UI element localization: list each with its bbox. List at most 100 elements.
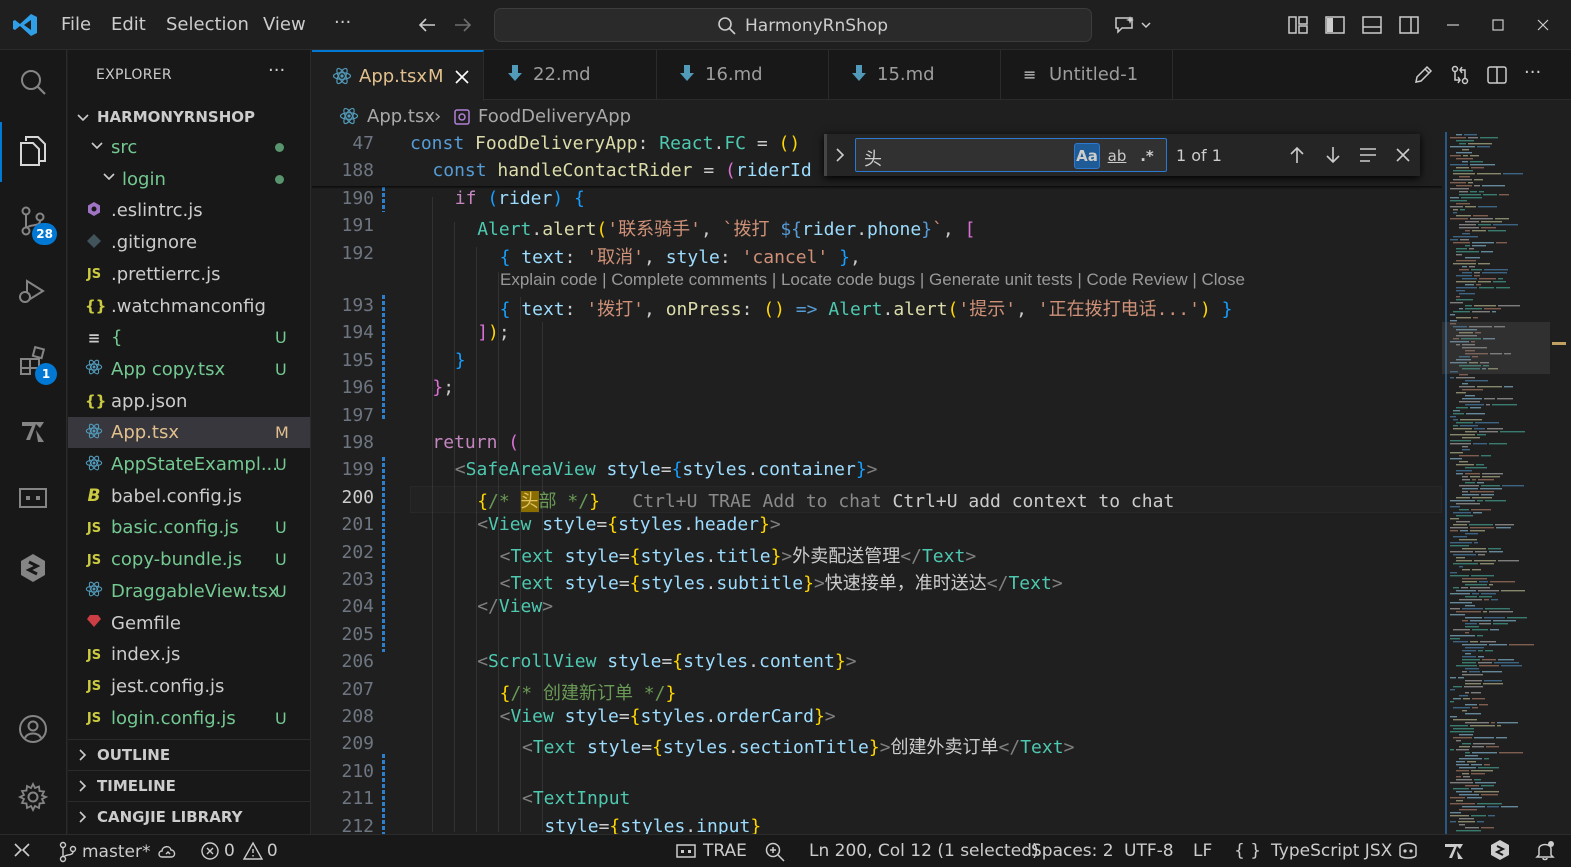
edit-pencil-icon[interactable] — [1412, 64, 1434, 90]
settings-gear-icon[interactable] — [10, 774, 56, 820]
run-debug-icon[interactable] — [10, 268, 56, 314]
explorer-icon[interactable] — [10, 128, 56, 174]
git-gutter-indicator — [382, 457, 385, 652]
menu-selection[interactable]: Selection — [166, 14, 249, 35]
file-tree-item[interactable]: Bbabel.config.js — [68, 481, 310, 512]
toggle-replace-chevron-icon[interactable] — [833, 147, 847, 167]
editor-more-actions[interactable]: ··· — [1524, 62, 1541, 83]
command-center-search[interactable]: HarmonyRnShop — [494, 8, 1092, 42]
line-number: 193 — [341, 295, 374, 316]
copilot-status-icon[interactable] — [1396, 839, 1420, 861]
extensions-icon[interactable]: 1 — [10, 338, 57, 385]
menu-more[interactable]: ··· — [334, 12, 351, 33]
file-tree-item[interactable]: src — [68, 132, 310, 163]
compare-changes-icon[interactable] — [1449, 64, 1471, 90]
git-status-badge: U — [275, 455, 287, 474]
layout-customize-icon[interactable] — [1285, 12, 1311, 38]
search-view-icon[interactable] — [10, 60, 56, 106]
toggle-secondary-sidebar-icon[interactable] — [1396, 12, 1422, 38]
file-tree-item[interactable]: JS index.js — [68, 639, 310, 670]
line-number: 192 — [341, 242, 374, 264]
menu-view[interactable]: View — [263, 14, 306, 35]
editor-tab[interactable]: 16.md — [657, 50, 829, 100]
editor-tab[interactable]: 22.md — [485, 50, 657, 100]
code-editor[interactable]: 47 const FoodDeliveryApp: React.FC = () 18… — [312, 132, 1442, 837]
file-tree-item[interactable]: Gemfile — [68, 608, 310, 639]
close-find-icon[interactable] — [1390, 142, 1416, 168]
remote-explorer-icon[interactable] — [10, 475, 56, 521]
file-tree-item[interactable]: JS .prettierrc.js — [68, 259, 310, 290]
file-tree-item[interactable]: {} .watchmanconfig — [68, 291, 310, 322]
trae-agent-status-icon[interactable] — [1442, 839, 1466, 861]
branch-item[interactable]: master* — [58, 841, 180, 863]
outline-section[interactable]: OUTLINE — [68, 739, 310, 770]
file-tree-item[interactable]: DraggableView.tsx U — [68, 576, 310, 607]
minimap-canvas — [1445, 132, 1534, 834]
match-case-toggle[interactable]: Aa — [1074, 143, 1100, 169]
find-in-selection-icon[interactable] — [1355, 142, 1381, 168]
back-arrow-icon[interactable] — [414, 12, 440, 38]
copilot-chat-icon[interactable] — [1110, 12, 1154, 38]
toggle-primary-sidebar-icon[interactable] — [1322, 12, 1348, 38]
minimize-icon[interactable] — [1440, 12, 1466, 38]
cangjie-status-icon[interactable] — [1489, 839, 1511, 861]
file-tree-item[interactable]: .gitignore — [68, 227, 310, 258]
cursor-position[interactable]: Ln 200, Col 12 (1 selected) — [809, 841, 1039, 861]
account-icon[interactable] — [10, 706, 56, 752]
file-tree-item[interactable]: login — [68, 164, 310, 195]
cangjie-icon[interactable] — [10, 545, 56, 591]
error-icon — [201, 842, 219, 860]
indentation[interactable]: Spaces: 2 — [1031, 841, 1114, 861]
next-match-icon[interactable] — [1320, 142, 1346, 168]
file-tree-item[interactable]: App.tsx M — [68, 417, 310, 449]
file-tree-item[interactable]: App copy.tsx U — [68, 354, 310, 385]
language-mode-item[interactable]: { } TypeScript JSX — [1234, 841, 1392, 861]
editor-tab[interactable]: 15.md — [829, 50, 1001, 100]
code-line: return ( — [432, 432, 520, 453]
breadcrumb-file[interactable]: App.tsx — [367, 106, 435, 127]
close-window-icon[interactable] — [1530, 12, 1556, 38]
menu-file[interactable]: File — [61, 14, 91, 35]
react-file-icon — [85, 422, 103, 444]
toggle-panel-icon[interactable] — [1359, 12, 1385, 38]
cangjie-library-section[interactable]: CANGJIE LIBRARY — [68, 801, 310, 832]
timeline-section[interactable]: TIMELINE — [68, 770, 310, 801]
file-tree-item[interactable]: {} app.json — [68, 386, 310, 417]
split-editor-icon[interactable] — [1486, 64, 1508, 90]
file-tree-item[interactable]: JS jest.config.js — [68, 671, 310, 702]
previous-match-icon[interactable] — [1284, 142, 1310, 168]
minimap-slider[interactable] — [1442, 322, 1550, 374]
trae-status-item[interactable]: TRAE — [675, 841, 747, 861]
file-tree-item[interactable]: JS basic.config.js U — [68, 512, 310, 543]
menu-edit[interactable]: Edit — [111, 14, 146, 35]
ai-codelens[interactable]: Explain code | Complete comments | Locat… — [500, 270, 1245, 290]
remote-indicator-icon[interactable] — [12, 839, 32, 861]
file-tree-item[interactable]: ≡ {U — [68, 322, 310, 353]
use-regex-toggle[interactable]: .* — [1134, 143, 1160, 169]
maximize-icon[interactable] — [1485, 12, 1511, 38]
tab-label: 22.md — [533, 64, 591, 85]
explorer-more-button[interactable]: ··· — [268, 60, 285, 81]
trae-icon[interactable] — [10, 408, 56, 454]
vertical-scrollbar[interactable] — [1552, 132, 1566, 834]
tab-label: Untitled-1 — [1049, 64, 1139, 85]
end-of-line[interactable]: LF — [1193, 841, 1212, 861]
problems-item[interactable]: 0 0 — [200, 841, 278, 861]
zoom-icon[interactable] — [764, 841, 786, 863]
editor-tab[interactable]: ≡ Untitled-1 — [1001, 50, 1173, 100]
notifications-bell-icon[interactable] — [1534, 839, 1556, 861]
forward-arrow-icon[interactable] — [450, 12, 476, 38]
file-tree-item[interactable]: JS login.config.js U — [68, 703, 310, 734]
search-icon — [717, 16, 737, 40]
file-tree-item[interactable]: AppStateExampl... U — [68, 449, 310, 480]
file-tree-item[interactable]: .eslintrc.js — [68, 195, 310, 226]
source-control-icon[interactable]: 28 — [10, 198, 57, 245]
editor-tab[interactable]: App.tsx M — [312, 50, 484, 101]
file-tree-item[interactable]: JS copy-bundle.js U — [68, 544, 310, 575]
find-input[interactable]: 头 Aa ab .* — [855, 138, 1167, 172]
workspace-root[interactable]: HARMONYRNSHOP — [68, 101, 310, 132]
match-whole-word-toggle[interactable]: ab — [1104, 143, 1130, 169]
breadcrumb-symbol[interactable]: FoodDeliveryApp — [478, 106, 631, 127]
close-tab-icon[interactable] — [454, 69, 470, 90]
encoding[interactable]: UTF-8 — [1124, 841, 1174, 861]
